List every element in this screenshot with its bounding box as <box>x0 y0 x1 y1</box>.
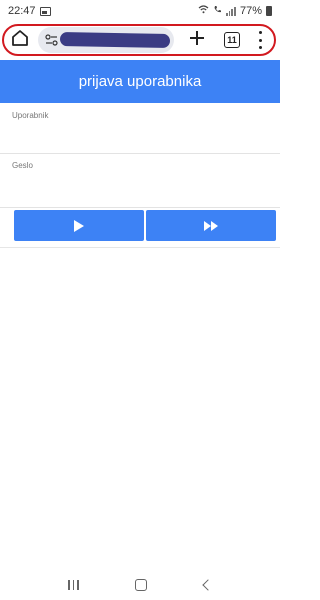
menu-icon-dot <box>258 38 262 42</box>
site-settings-icon[interactable] <box>44 33 58 47</box>
status-left: 22:47 <box>8 5 51 17</box>
status-time: 22:47 <box>8 5 36 17</box>
status-right: 77% <box>198 5 272 17</box>
fast-forward-icon <box>204 220 218 231</box>
action-buttons <box>0 210 280 241</box>
menu-icon-dot <box>258 31 262 34</box>
status-bar: 22:47 77% <box>0 0 280 22</box>
address-bar[interactable] <box>38 27 174 53</box>
wifi-icon <box>198 5 209 17</box>
browser-toolbar: 11 <box>0 22 280 58</box>
play-button[interactable] <box>14 210 144 241</box>
system-navigation-bar <box>0 570 280 600</box>
menu-icon-dot <box>258 46 262 49</box>
username-field: Uporabnik <box>0 104 280 154</box>
tab-count: 11 <box>227 35 237 45</box>
new-tab-icon <box>189 26 205 51</box>
page-title: prijava uporabnika <box>78 73 202 90</box>
signal-icon <box>225 6 236 16</box>
battery-icon <box>266 6 272 16</box>
password-field: Geslo <box>0 154 280 208</box>
play-icon <box>74 219 84 232</box>
password-label: Geslo <box>12 161 33 170</box>
username-input[interactable] <box>12 126 271 148</box>
tabs-button[interactable]: 11 <box>224 32 240 48</box>
fast-forward-button[interactable] <box>146 210 276 241</box>
recents-icon <box>77 580 79 590</box>
back-button[interactable] <box>202 579 214 591</box>
recents-button[interactable] <box>68 580 79 590</box>
new-tab-button[interactable] <box>186 29 208 51</box>
battery-percentage: 77% <box>239 5 262 17</box>
username-label: Uporabnik <box>12 111 49 120</box>
home-icon <box>11 29 29 52</box>
home-button[interactable] <box>8 28 32 52</box>
divider <box>0 247 280 248</box>
recents-icon <box>72 580 75 590</box>
page-title-bar: prijava uporabnika <box>0 60 280 103</box>
nav-home-button[interactable] <box>135 579 148 591</box>
password-input[interactable] <box>12 176 271 198</box>
call-icon <box>213 5 222 17</box>
recents-icon <box>68 580 70 590</box>
image-icon <box>39 6 51 16</box>
menu-button[interactable] <box>256 31 264 49</box>
login-form: Uporabnik Geslo <box>0 104 280 208</box>
url-redaction-scribble <box>59 32 171 48</box>
